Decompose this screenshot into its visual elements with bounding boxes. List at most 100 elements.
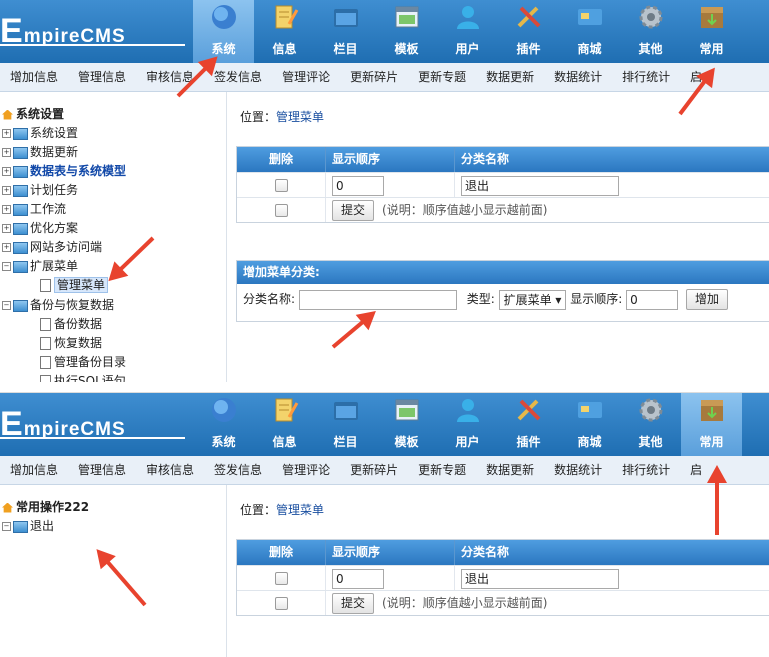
user-icon	[457, 6, 479, 29]
tree-item-data-tables[interactable]: + 数据表与系统模型	[2, 163, 126, 180]
delete-checkbox[interactable]	[274, 179, 288, 192]
subnav-data-update[interactable]: 数据更新	[476, 456, 544, 484]
nav-info[interactable]: 信息	[254, 393, 315, 456]
tools-icon	[517, 399, 541, 421]
subnav-review-info[interactable]: 审核信息	[136, 456, 204, 484]
order-note: (说明：顺序值越小显示越前面)	[382, 203, 548, 217]
add-order-input[interactable]: 0	[626, 289, 679, 310]
nav-info[interactable]: 信息	[254, 0, 315, 63]
select-all-checkbox[interactable]	[274, 597, 288, 610]
select-all-checkbox[interactable]	[274, 204, 288, 217]
main-content: 位置：管理菜单 删除 显示顺序 分类名称 0 退出 提交 (说明：顺序值越小显示越…	[236, 92, 769, 382]
tree-item-multi-access[interactable]: + 网站多访问端	[2, 239, 102, 256]
submit-button[interactable]: 提交	[332, 593, 375, 614]
nav-user[interactable]: 用户	[437, 0, 498, 63]
tree-root: 常用操作222	[2, 498, 89, 515]
order-input[interactable]: 0	[332, 175, 384, 196]
add-type-label: 类型:	[466, 292, 495, 306]
red-arrow-annotation	[715, 477, 719, 535]
folder-icon	[334, 402, 358, 420]
dropdown-arrow-icon: ▾	[555, 292, 562, 307]
document-icon	[40, 318, 51, 331]
folder-icon	[13, 184, 28, 197]
add-name-label: 分类名称:	[243, 292, 296, 306]
folder-icon	[13, 520, 28, 533]
home-icon	[2, 502, 13, 513]
nav-other[interactable]: 其他	[620, 393, 681, 456]
col-name: 分类名称	[454, 147, 769, 172]
subnav-update-topics[interactable]: 更新专题	[408, 456, 476, 484]
nav-plugin[interactable]: 插件	[498, 0, 559, 63]
menu-class-table: 删除 显示顺序 分类名称 0 退出 提交 (说明：顺序值越小显示越前面)	[236, 146, 769, 223]
subnav-ranking-stats[interactable]: 排行统计	[612, 63, 680, 91]
tree-item-backup-data[interactable]: 备份数据	[40, 316, 102, 333]
breadcrumb-link[interactable]: 管理菜单	[276, 503, 324, 517]
col-delete: 删除	[268, 152, 293, 166]
tree-item-extended-menu[interactable]: − 扩展菜单	[2, 258, 78, 275]
subnav-sign-info[interactable]: 签发信息	[204, 456, 272, 484]
subnav-data-update[interactable]: 数据更新	[476, 63, 544, 91]
add-button[interactable]: 增加	[685, 289, 728, 310]
add-class-form: 分类名称: 类型: 扩展菜单 ▾ 显示顺序: 0 增加	[237, 284, 769, 314]
nav-plugin[interactable]: 插件	[498, 393, 559, 456]
box-icon	[701, 400, 723, 421]
gear-icon	[639, 398, 663, 422]
nav-shop[interactable]: 商城	[559, 393, 620, 456]
class-name-input[interactable]: 退出	[461, 175, 619, 196]
subnav-data-stats[interactable]: 数据统计	[544, 63, 612, 91]
nav-column[interactable]: 栏目	[315, 0, 376, 63]
tree-item-system-settings[interactable]: + 系统设置	[2, 125, 78, 142]
tree-item-manage-backup-dir[interactable]: 管理备份目录	[40, 354, 126, 371]
nav-system[interactable]: 系统	[193, 0, 254, 63]
submit-button[interactable]: 提交	[332, 200, 375, 221]
notepad-icon	[275, 5, 299, 29]
nav-template[interactable]: 模板	[376, 0, 437, 63]
nav-shop[interactable]: 商城	[559, 0, 620, 63]
add-name-input[interactable]	[298, 289, 457, 310]
subnav-add-info[interactable]: 增加信息	[0, 63, 68, 91]
nav-template[interactable]: 模板	[376, 393, 437, 456]
tree-item-restore-data[interactable]: 恢复数据	[40, 335, 102, 352]
subnav-manage-comments[interactable]: 管理评论	[272, 456, 340, 484]
document-icon	[40, 337, 51, 350]
subnav-manage-comments[interactable]: 管理评论	[272, 63, 340, 91]
notepad-icon	[275, 398, 299, 422]
subnav-manage-info[interactable]: 管理信息	[68, 456, 136, 484]
tree-item-exec-sql[interactable]: 执行SQL语句	[40, 373, 126, 382]
tree-item-scheduled-tasks[interactable]: + 计划任务	[2, 182, 78, 199]
col-order: 显示顺序	[325, 540, 454, 565]
window-icon	[395, 399, 419, 421]
top-header: EmpireCMS 系统 信息 栏目 模板 用户 插件 商城 其他 常用	[0, 0, 769, 63]
breadcrumb-link[interactable]: 管理菜单	[276, 110, 324, 124]
folder-icon	[13, 146, 28, 159]
tree-item-logout[interactable]: − 退出	[2, 518, 54, 535]
subnav-update-topics[interactable]: 更新专题	[408, 63, 476, 91]
main-nav: 系统 信息 栏目 模板 用户 插件 商城 其他 常用	[193, 393, 742, 456]
type-select[interactable]: 扩展菜单 ▾	[498, 289, 567, 310]
subnav-data-stats[interactable]: 数据统计	[544, 456, 612, 484]
tree-item-backup-restore[interactable]: − 备份与恢复数据	[2, 297, 114, 314]
tree-item-data-update[interactable]: + 数据更新	[2, 144, 78, 161]
user-icon	[457, 399, 479, 422]
subnav-ranking-stats[interactable]: 排行统计	[612, 456, 680, 484]
subnav-update-fragments[interactable]: 更新碎片	[340, 456, 408, 484]
subnav-add-info[interactable]: 增加信息	[0, 456, 68, 484]
globe-icon	[212, 398, 236, 422]
order-input[interactable]: 0	[332, 568, 384, 589]
nav-common[interactable]: 常用	[681, 393, 742, 456]
nav-system[interactable]: 系统	[193, 393, 254, 456]
delete-checkbox[interactable]	[274, 572, 288, 585]
breadcrumb: 位置：管理菜单	[240, 110, 325, 124]
class-name-input[interactable]: 退出	[461, 568, 619, 589]
col-order: 显示顺序	[325, 147, 454, 172]
subnav-manage-info[interactable]: 管理信息	[68, 63, 136, 91]
tree-item-manage-menu[interactable]: 管理菜单	[40, 277, 109, 294]
nav-column[interactable]: 栏目	[315, 393, 376, 456]
subnav-update-fragments[interactable]: 更新碎片	[340, 63, 408, 91]
nav-common[interactable]: 常用	[681, 0, 742, 63]
add-class-title: 增加菜单分类:	[237, 261, 769, 284]
tree-item-optimization[interactable]: + 优化方案	[2, 220, 78, 237]
tree-item-workflow[interactable]: + 工作流	[2, 201, 66, 218]
nav-user[interactable]: 用户	[437, 393, 498, 456]
nav-other[interactable]: 其他	[620, 0, 681, 63]
